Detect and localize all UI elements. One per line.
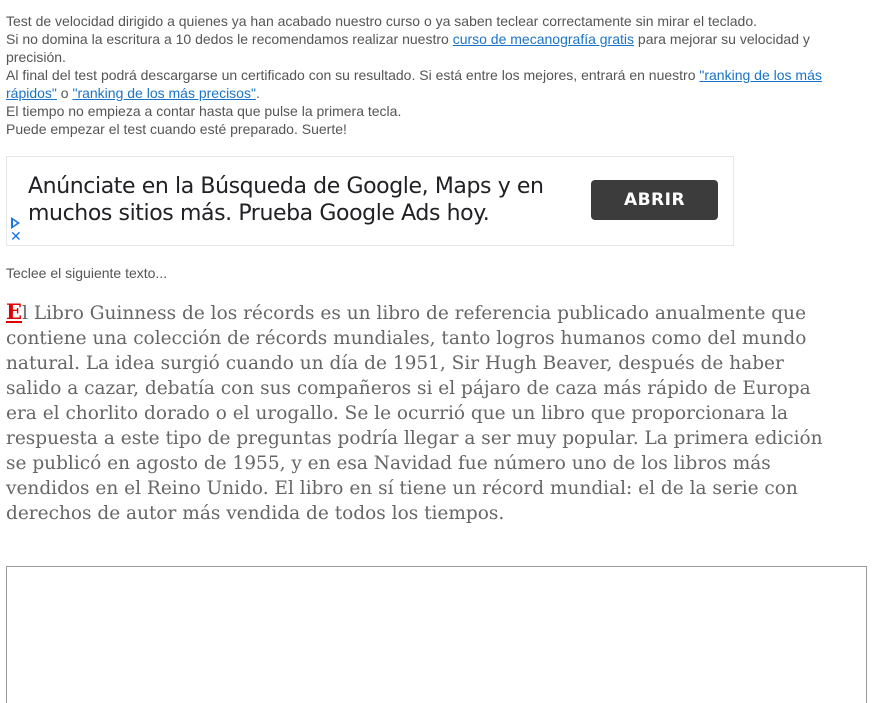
reference-text: El Libro Guinness de los récords es un l… (6, 299, 841, 526)
typing-input[interactable] (6, 566, 867, 703)
close-icon[interactable]: ✕ (10, 230, 22, 244)
intro-text: . (255, 85, 260, 101)
current-character: E (6, 299, 23, 324)
ranking-most-accurate-link[interactable]: "ranking de los más precisos" (72, 85, 255, 101)
google-ads-banner[interactable]: Anúnciate en la Búsqueda de Google, Maps… (6, 156, 734, 246)
intro-text: Puede empezar el test cuando esté prepar… (6, 121, 347, 137)
remaining-text: l Libro Guinness de los récords es un li… (6, 303, 823, 524)
intro-line-1: Test de velocidad dirigido a quienes ya … (6, 12, 866, 30)
intro-line-3: Al final del test podrá descargarse un c… (6, 66, 866, 102)
intro-line-5: Puede empezar el test cuando esté prepar… (6, 120, 866, 138)
intro-text: Test de velocidad dirigido a quienes ya … (6, 13, 757, 29)
intro-line-2: Si no domina la escritura a 10 dedos le … (6, 30, 866, 66)
ad-headline[interactable]: Anúnciate en la Búsqueda de Google, Maps… (28, 173, 568, 227)
intro-text: Si no domina la escritura a 10 dedos le … (6, 31, 453, 47)
intro-text: El tiempo no empieza a contar hasta que … (6, 103, 402, 119)
intro-text: Al final del test podrá descargarse un c… (6, 67, 700, 83)
ad-open-button[interactable]: ABRIR (591, 180, 718, 220)
adchoices-play-icon[interactable] (11, 217, 20, 229)
intro-line-4: El tiempo no empieza a contar hasta que … (6, 102, 866, 120)
typing-prompt: Teclee el siguiente texto... (6, 265, 168, 281)
typing-course-link[interactable]: curso de mecanografía gratis (453, 31, 634, 47)
intro-text: o (56, 85, 73, 101)
intro-instructions: Test de velocidad dirigido a quienes ya … (6, 12, 866, 138)
